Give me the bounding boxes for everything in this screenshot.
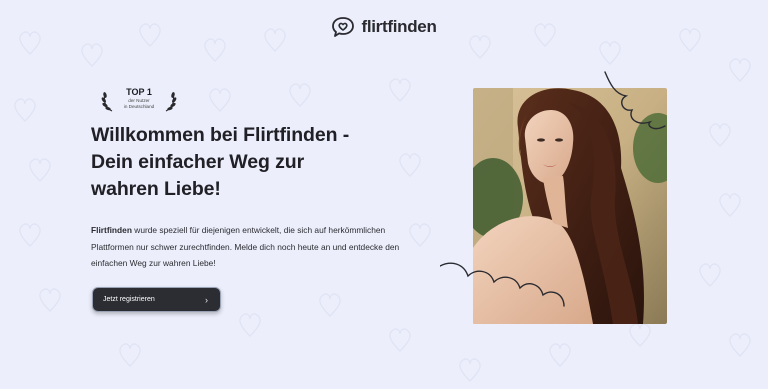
headline-line-2: Dein einfacher Weg zur	[91, 151, 305, 173]
decorative-squiggle	[440, 71, 666, 307]
award-line-2: in Deutschland	[123, 104, 155, 109]
headline-line-1: Willkommen bei Flirtfinden -	[91, 124, 350, 146]
award-title: TOP 1	[126, 87, 152, 97]
logo[interactable]: flirtfinden	[331, 16, 437, 38]
hero-image-container	[440, 70, 690, 340]
logo-text: flirtfinden	[361, 17, 437, 36]
header: flirtfinden	[0, 12, 768, 42]
award-badge: TOP 1 der Nutzer in Deutschland	[101, 86, 177, 116]
description-brand: Flirtfinden	[91, 225, 132, 235]
register-button[interactable]: Jetzt registrieren ›	[92, 287, 221, 312]
hero-description: Flirtfinden wurde speziell für diejenige…	[91, 222, 421, 272]
chat-heart-icon	[332, 17, 355, 37]
description-text: wurde speziell für diejenigen entwickelt…	[91, 225, 400, 268]
register-button-label: Jetzt registrieren	[103, 296, 155, 303]
headline-line-3: wahren Liebe!	[91, 178, 221, 200]
hero-headline: Willkommen bei Flirtfinden - Dein einfac…	[91, 122, 401, 203]
award-subtitle: der Nutzer in Deutschland	[101, 98, 177, 110]
chevron-right-icon: ›	[205, 294, 208, 305]
